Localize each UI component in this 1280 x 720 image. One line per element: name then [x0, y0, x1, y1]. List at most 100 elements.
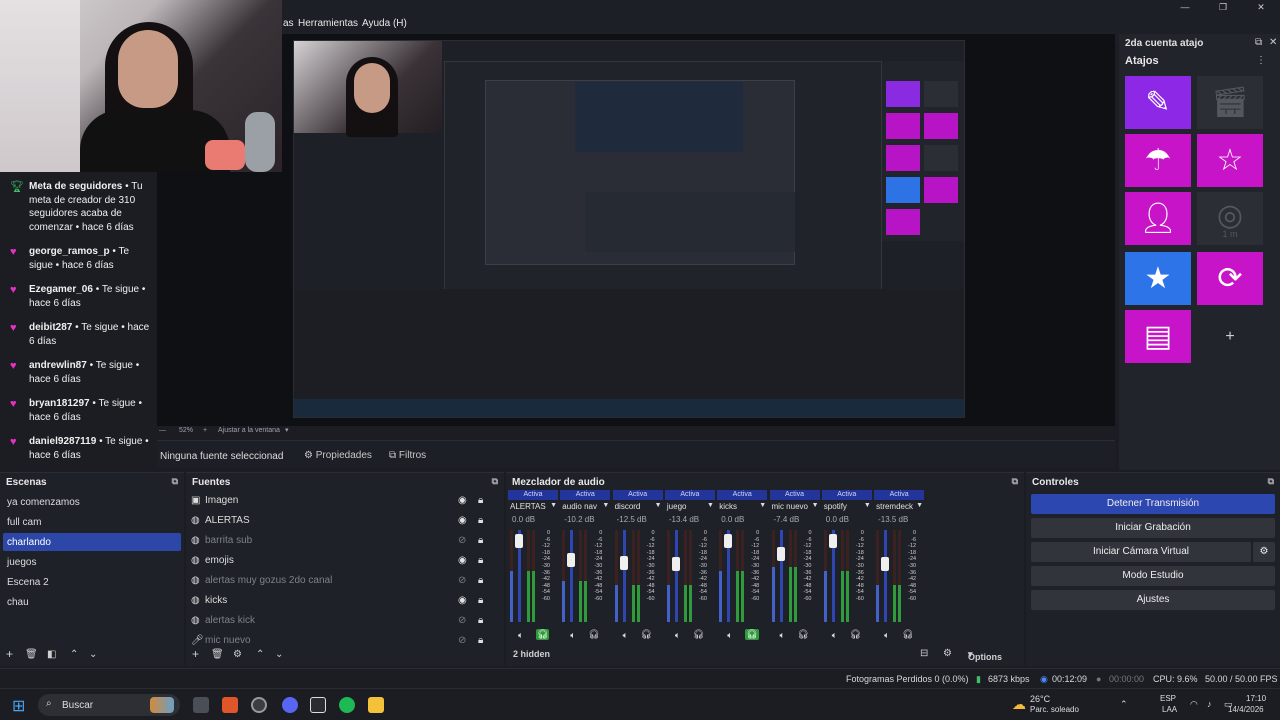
lock-icon[interactable]: 🔒︎: [478, 575, 483, 586]
channel-menu-icon[interactable]: ▼: [602, 502, 609, 509]
properties-button[interactable]: ⚙ Propiedades: [304, 450, 372, 461]
speaker-icon[interactable]: 🔈︎: [518, 630, 523, 641]
undock-icon[interactable]: ⧉: [1268, 476, 1274, 487]
source-item[interactable]: ◍ barrita sub ⊘ 🔒︎: [191, 535, 491, 553]
shortcut-pencil[interactable]: ✎: [1125, 76, 1191, 129]
speaker-icon[interactable]: 🔈︎: [727, 630, 732, 641]
stop-stream-button[interactable]: Detener Transmisión: [1031, 494, 1275, 514]
volume-knob[interactable]: [619, 556, 628, 570]
obs-icon[interactable]: [251, 697, 267, 713]
eye-hidden-icon[interactable]: ⊘: [458, 535, 466, 546]
shortcut-add-user[interactable]: 👤︎: [1125, 192, 1191, 245]
shortcut-timer-refresh[interactable]: ⟳: [1197, 252, 1263, 305]
headphones-icon[interactable]: 🎧︎: [798, 629, 809, 640]
undock-icon[interactable]: ⧉: [492, 476, 498, 487]
filters-button[interactable]: ⧉ Filtros: [389, 450, 426, 461]
eye-hidden-icon[interactable]: ⊘: [458, 575, 466, 586]
more-options-icon[interactable]: ⋮: [1256, 55, 1266, 66]
volume-knob[interactable]: [515, 534, 523, 548]
undock-icon[interactable]: ⧉: [1012, 476, 1018, 487]
lock-icon[interactable]: 🔒︎: [478, 515, 483, 526]
source-item[interactable]: ◍ alertas muy gozus 2do canal ⊘ 🔒︎: [191, 575, 491, 593]
lock-icon[interactable]: 🔒︎: [478, 495, 483, 506]
volume-slider[interactable]: [884, 530, 888, 622]
volume-knob[interactable]: [828, 534, 837, 548]
move-up-icon[interactable]: ⌃: [256, 649, 264, 660]
volume-knob[interactable]: [776, 547, 785, 561]
close-icon[interactable]: ✕: [1269, 37, 1277, 48]
shortcut-clapperboard[interactable]: 🎬︎: [1197, 76, 1263, 129]
lock-icon[interactable]: 🔒︎: [478, 535, 483, 546]
volume-slider[interactable]: [779, 530, 783, 622]
advanced-audio-icon[interactable]: ⚙: [943, 648, 952, 659]
speaker-icon[interactable]: 🔈︎: [675, 630, 680, 641]
virtual-camera-button[interactable]: Iniciar Cámara Virtual: [1031, 542, 1251, 562]
source-item[interactable]: ▣ Imagen ◉ 🔒︎: [191, 495, 491, 513]
wifi-icon[interactable]: ◠: [1190, 699, 1198, 709]
close-window-button[interactable]: ✕: [1242, 0, 1280, 14]
menu-item-help[interactable]: Ayuda (H): [362, 18, 407, 29]
headphones-icon[interactable]: 🎧︎: [850, 629, 861, 640]
speaker-icon[interactable]: 🔈︎: [623, 630, 628, 641]
source-item[interactable]: ◍ kicks ◉ 🔒︎: [191, 595, 491, 613]
volume-slider[interactable]: [674, 530, 678, 622]
scene-item[interactable]: chau: [3, 593, 181, 611]
zoom-in-button[interactable]: +: [203, 427, 207, 434]
lock-icon[interactable]: 🔒︎: [478, 595, 483, 606]
lang-top[interactable]: ESP: [1160, 694, 1176, 704]
volume-knob[interactable]: [671, 557, 680, 571]
layout-toggle-icon[interactable]: ⊟: [920, 648, 928, 659]
add-shortcut-button[interactable]: +: [1197, 310, 1263, 363]
taskbar-search[interactable]: ⌕ Buscar: [38, 694, 180, 716]
undock-icon[interactable]: ⧉: [172, 476, 178, 487]
move-down-icon[interactable]: ⌄: [89, 649, 97, 660]
eye-icon[interactable]: ◉: [458, 555, 467, 566]
streamdeck-icon[interactable]: [310, 697, 326, 713]
move-up-icon[interactable]: ⌃: [70, 649, 78, 660]
minimize-button[interactable]: —: [1166, 0, 1204, 14]
add-source-button[interactable]: +: [192, 647, 199, 661]
chevron-down-icon[interactable]: ▾: [285, 426, 289, 434]
options-dropdown[interactable]: Options ▾: [968, 649, 1002, 662]
shortcut-parachute[interactable]: ☂: [1125, 134, 1191, 187]
channel-menu-icon[interactable]: ▼: [812, 502, 819, 509]
headphones-icon[interactable]: 🎧︎: [745, 629, 759, 640]
menu-item-edit[interactable]: as: [283, 18, 294, 29]
move-down-icon[interactable]: ⌄: [275, 649, 283, 660]
speaker-icon[interactable]: 🔈︎: [780, 630, 785, 641]
speaker-icon[interactable]: 🔈︎: [832, 630, 837, 641]
trash-icon[interactable]: 🗑︎: [25, 649, 38, 660]
shortcut-layout[interactable]: ▤: [1125, 310, 1191, 363]
headphones-icon[interactable]: 🎧︎: [693, 629, 704, 640]
shortcut-camera-timer[interactable]: ◎ 1 m: [1197, 192, 1263, 245]
headphones-icon[interactable]: 🎧︎: [641, 629, 652, 640]
eye-hidden-icon[interactable]: ⊘: [458, 615, 466, 626]
gear-icon[interactable]: ⚙: [233, 649, 242, 660]
channel-menu-icon[interactable]: ▼: [707, 502, 714, 509]
source-item[interactable]: ◍ alertas kick ⊘ 🔒︎: [191, 615, 491, 633]
settings-button[interactable]: Ajustes: [1031, 590, 1275, 610]
speaker-icon[interactable]: 🔈︎: [570, 630, 575, 641]
source-item[interactable]: ◍ emojis ◉ 🔒︎: [191, 555, 491, 573]
brave-browser-icon[interactable]: [222, 697, 238, 713]
eye-icon[interactable]: ◉: [458, 495, 467, 506]
chevron-up-icon[interactable]: ⌃: [1120, 699, 1128, 709]
channel-menu-icon[interactable]: ▼: [864, 502, 871, 509]
start-recording-button[interactable]: Iniciar Grabación: [1031, 518, 1275, 538]
shortcut-star-outline[interactable]: ☆: [1197, 134, 1263, 187]
scene-item[interactable]: full cam: [3, 513, 181, 531]
task-view-icon[interactable]: [193, 697, 209, 713]
channel-menu-icon[interactable]: ▼: [759, 502, 766, 509]
channel-menu-icon[interactable]: ▼: [655, 502, 662, 509]
scene-item[interactable]: juegos: [3, 553, 181, 571]
volume-icon[interactable]: ♪: [1207, 699, 1212, 709]
channel-menu-icon[interactable]: ▼: [916, 502, 923, 509]
headphones-icon[interactable]: 🎧︎: [902, 629, 913, 640]
scene-filter-icon[interactable]: ◧: [47, 649, 56, 660]
volume-slider[interactable]: [622, 530, 626, 622]
maximize-button[interactable]: ❐: [1204, 0, 1242, 14]
scene-item[interactable]: ya comenzamos: [3, 493, 181, 511]
scene-item[interactable]: Escena 2: [3, 573, 181, 591]
volume-knob[interactable]: [881, 557, 890, 571]
channel-menu-icon[interactable]: ▼: [550, 502, 557, 509]
